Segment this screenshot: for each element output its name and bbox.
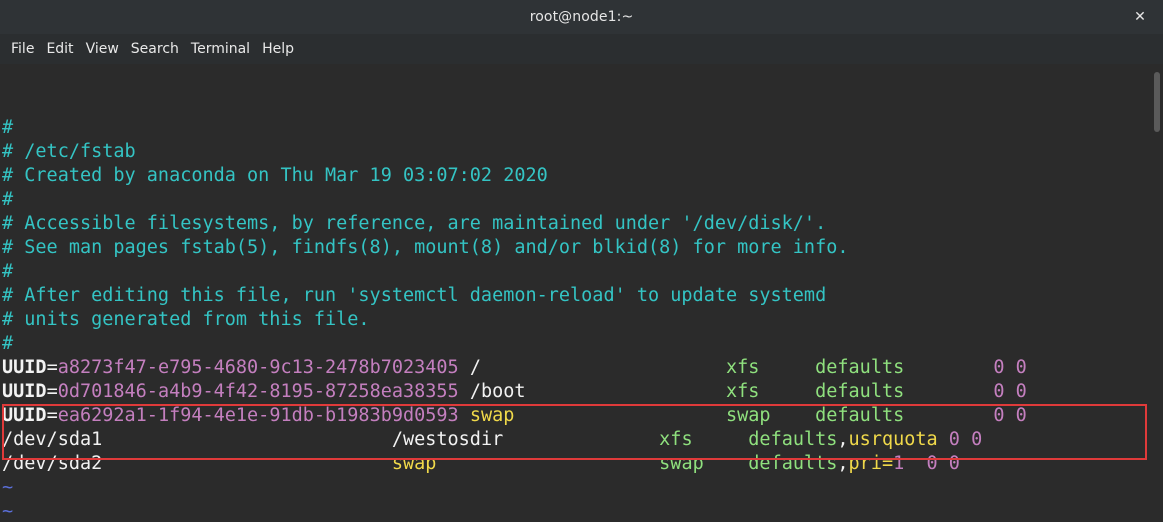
dump-pass: 0 0 xyxy=(993,357,1027,378)
comment-line: # Created by anaconda on Thu Mar 19 03:0… xyxy=(2,165,548,186)
comment-line: # units generated from this file. xyxy=(2,309,370,330)
comment-line: # /etc/fstab xyxy=(2,141,136,162)
uuid-value: 0d701846-a4b9-4f42-8195-87258ea38355 xyxy=(57,381,459,402)
mount-point: /boot xyxy=(469,381,526,402)
comment-line: # xyxy=(2,189,14,210)
comment-line: # xyxy=(2,117,14,138)
menu-bar: File Edit View Search Terminal Help xyxy=(0,34,1163,65)
comment-line: # See man pages fstab(5), findfs(8), mou… xyxy=(2,237,849,258)
uuid-value: a8273f47-e795-4680-9c13-2478b7023405 xyxy=(57,357,459,378)
comment-line: # Accessible filesystems, by reference, … xyxy=(2,213,827,234)
menu-view[interactable]: View xyxy=(80,41,125,57)
fs-type: xfs xyxy=(726,357,760,378)
mount-options: defaults xyxy=(815,357,905,378)
highlight-box xyxy=(2,404,1147,460)
fs-type: xfs xyxy=(726,381,760,402)
fstab-entry-boot: UUID=0d701846-a4b9-4f42-8195-87258ea3835… xyxy=(2,380,1027,404)
comment-line: # xyxy=(2,261,14,282)
tilde-line: ~ xyxy=(2,477,14,498)
equals-sign: = xyxy=(46,357,58,378)
menu-edit[interactable]: Edit xyxy=(40,41,79,57)
equals-sign: = xyxy=(46,381,58,402)
title-bar: root@node1:~ ✕ xyxy=(0,0,1163,34)
tilde-line: ~ xyxy=(2,501,14,522)
comment-line: # xyxy=(2,333,14,354)
scrollbar-thumb[interactable] xyxy=(1154,72,1160,132)
dump-pass: 0 0 xyxy=(993,381,1027,402)
menu-help[interactable]: Help xyxy=(256,41,300,57)
uuid-key: UUID xyxy=(2,357,47,378)
uuid-key: UUID xyxy=(2,381,47,402)
menu-search[interactable]: Search xyxy=(125,41,185,57)
window-title: root@node1:~ xyxy=(529,9,634,25)
menu-terminal[interactable]: Terminal xyxy=(185,41,256,57)
close-icon[interactable]: ✕ xyxy=(1131,8,1149,26)
comment-line: # After editing this file, run 'systemct… xyxy=(2,285,827,306)
menu-file[interactable]: File xyxy=(5,41,40,57)
mount-options: defaults xyxy=(815,381,905,402)
fstab-entry-root: UUID=a8273f47-e795-4680-9c13-2478b702340… xyxy=(2,356,1027,380)
mount-point: / xyxy=(469,357,481,378)
terminal-content[interactable]: # # /etc/fstab # Created by anaconda on Th… xyxy=(0,64,1163,522)
terminal-window: root@node1:~ ✕ File Edit View Search Ter… xyxy=(0,0,1163,522)
